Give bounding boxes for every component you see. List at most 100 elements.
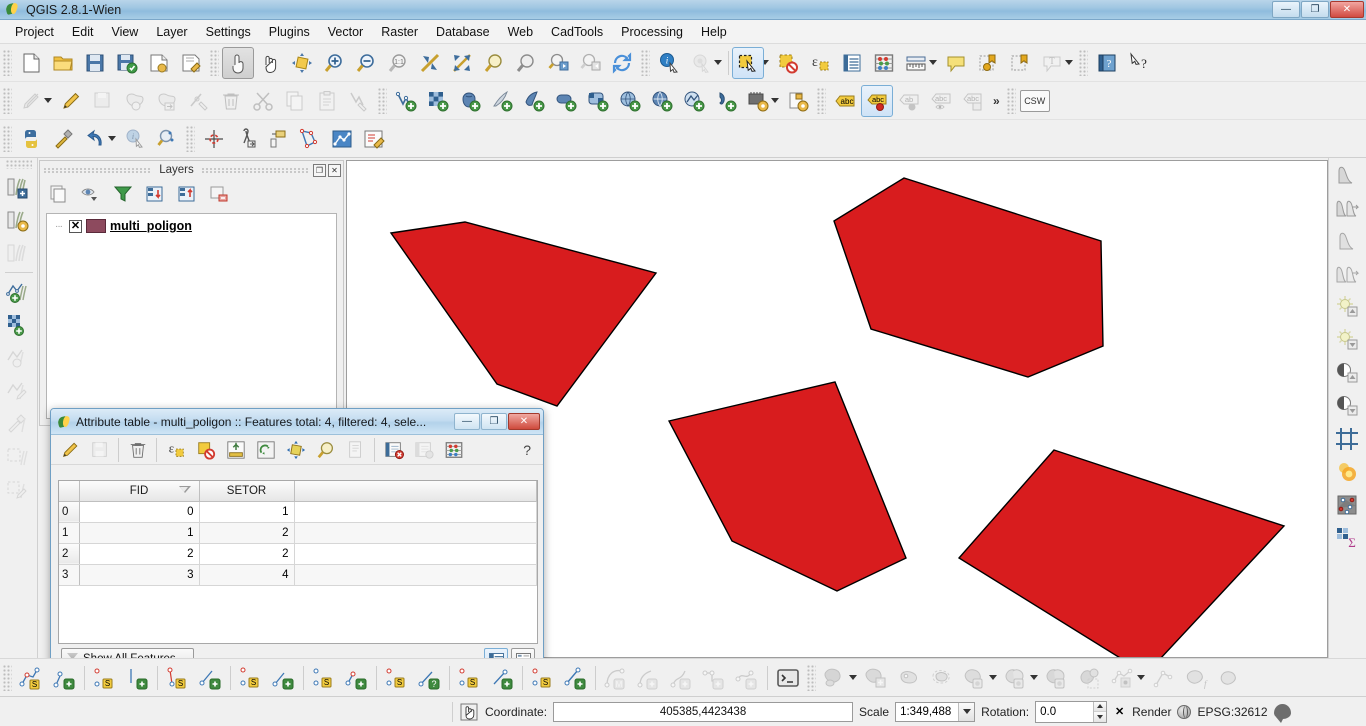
delete-selected-icon[interactable]: [215, 85, 247, 117]
cell-setor[interactable]: 4: [199, 564, 295, 586]
delete-column-icon[interactable]: [379, 437, 408, 463]
open-project-icon[interactable]: [47, 47, 79, 79]
open-georaster-icon[interactable]: [2, 171, 36, 204]
toolbar-grip[interactable]: [5, 160, 32, 169]
show-hide-labels-icon[interactable]: abc: [925, 85, 957, 117]
pan-map-to-selected-icon[interactable]: [281, 437, 310, 463]
csw-search-icon[interactable]: CSW: [1019, 85, 1051, 117]
cad-geometry-icon[interactable]: [294, 123, 326, 155]
toolbar-grip[interactable]: [817, 87, 826, 114]
add-postgis-layer-icon[interactable]: [454, 85, 486, 117]
zoom-next-icon[interactable]: [574, 47, 606, 79]
epsg-label[interactable]: EPSG:32612: [1197, 705, 1267, 719]
add-db2-layer-icon[interactable]: [582, 85, 614, 117]
cell-fid[interactable]: 1: [79, 522, 200, 544]
layer-item-multi_poligon[interactable]: ··· ✕ multi_poligon: [47, 216, 336, 236]
toolbar-grip[interactable]: [3, 664, 12, 691]
heatmap-icon[interactable]: [1331, 455, 1365, 488]
scale-value[interactable]: 1:349,488: [896, 706, 958, 718]
deselect-features-icon[interactable]: [772, 47, 804, 79]
table-row[interactable]: 1 1 2: [59, 522, 537, 544]
grass-tools-icon[interactable]: [2, 204, 36, 237]
messages-icon[interactable]: [1273, 704, 1291, 723]
add-vector-layer-icon[interactable]: [390, 85, 422, 117]
row-index[interactable]: 2: [59, 543, 80, 565]
toolbar-grip[interactable]: [210, 49, 219, 76]
maximize-button[interactable]: ❐: [1301, 1, 1329, 18]
cut-features-icon[interactable]: [247, 85, 279, 117]
move-selection-to-top-icon[interactable]: [221, 437, 250, 463]
new-bookmark-icon[interactable]: [972, 47, 1004, 79]
whats-this-icon[interactable]: ?: [1123, 47, 1155, 79]
geoproc-intersect-icon[interactable]: [860, 662, 893, 694]
save-project-as-icon[interactable]: [111, 47, 143, 79]
geoproc-symdiff-icon[interactable]: [1074, 662, 1107, 694]
plugin-manager-icon[interactable]: [47, 123, 79, 155]
move-feature-icon[interactable]: [151, 85, 183, 117]
cell-fid[interactable]: 2: [79, 543, 200, 565]
toolbar-grip[interactable]: [378, 87, 387, 114]
grass-edit-region-icon[interactable]: [2, 341, 36, 374]
geoproc-union-icon[interactable]: [959, 662, 992, 694]
copy-selected-icon[interactable]: [341, 437, 370, 463]
cad-snap-icon[interactable]: [198, 123, 230, 155]
node-tool-icon[interactable]: [183, 85, 215, 117]
zoom-out-icon[interactable]: [350, 47, 382, 79]
polyline-add-icon[interactable]: [698, 662, 731, 694]
save-edits-icon[interactable]: [85, 437, 114, 463]
copy-features-icon[interactable]: [279, 85, 311, 117]
geoproc-clip-icon[interactable]: [1000, 662, 1033, 694]
add-spatialite-layer-icon[interactable]: [486, 85, 518, 117]
open-field-calculator-icon[interactable]: [868, 47, 900, 79]
geoproc-extract-icon[interactable]: [1214, 662, 1247, 694]
manage-layer-styles-icon[interactable]: [44, 181, 74, 207]
grass-region-icon[interactable]: [2, 237, 36, 270]
unselect-all-icon[interactable]: [191, 437, 220, 463]
tang-s-icon[interactable]: S: [453, 662, 486, 694]
save-project-icon[interactable]: [79, 47, 111, 79]
menu-view[interactable]: View: [102, 22, 147, 42]
label-layer-icon[interactable]: abc: [829, 85, 861, 117]
tang-add-icon[interactable]: [486, 662, 519, 694]
zoom-to-layer-icon[interactable]: [510, 47, 542, 79]
grass-new-vector-icon[interactable]: [2, 275, 36, 308]
select-features-icon[interactable]: [732, 46, 764, 79]
menu-project[interactable]: Project: [6, 22, 63, 42]
select-by-expression-icon[interactable]: ε: [804, 47, 836, 79]
crs-globe-icon[interactable]: [1177, 704, 1192, 719]
cad-offset-icon[interactable]: [262, 123, 294, 155]
line-add-icon[interactable]: [559, 662, 592, 694]
arc-add-icon[interactable]: [632, 662, 665, 694]
new-spatialite-layer-icon[interactable]: [782, 85, 814, 117]
raster-stats-icon[interactable]: Σ: [1331, 521, 1365, 554]
layers-tree[interactable]: ··· ✕ multi_poligon: [46, 213, 337, 419]
move-label-icon[interactable]: abc: [957, 85, 989, 117]
new-project-icon[interactable]: [15, 47, 47, 79]
raster-histogram-icon[interactable]: [1331, 158, 1365, 191]
angle-s-icon[interactable]: S: [234, 662, 267, 694]
zoom-to-selection-icon[interactable]: [478, 47, 510, 79]
angle-add-icon[interactable]: [267, 662, 300, 694]
para-add-icon[interactable]: [340, 662, 373, 694]
row-index[interactable]: 3: [59, 564, 80, 586]
find-layer-icon[interactable]: [151, 123, 183, 155]
cad-polygon-icon[interactable]: [326, 123, 358, 155]
line-s-icon[interactable]: S: [526, 662, 559, 694]
panel-drag-dots[interactable]: [44, 166, 152, 174]
layers-panel-close-button[interactable]: ✕: [328, 163, 341, 177]
zoom-previous-icon[interactable]: [542, 47, 574, 79]
toolbar-grip[interactable]: [3, 87, 12, 114]
zoom-full-icon[interactable]: [446, 47, 478, 79]
add-mssql-layer-icon[interactable]: [518, 85, 550, 117]
vertex-add-icon[interactable]: [194, 662, 227, 694]
vertex-s-icon[interactable]: S: [161, 662, 194, 694]
table-row[interactable]: 3 3 4: [59, 564, 537, 586]
remove-layer-icon[interactable]: [204, 181, 234, 207]
composer-manager-icon[interactable]: [175, 47, 207, 79]
cad-compass-icon[interactable]: [230, 123, 262, 155]
geoproc-clip-caret[interactable]: [1030, 675, 1038, 680]
delete-selected-icon[interactable]: [123, 437, 152, 463]
minimize-button[interactable]: —: [1272, 1, 1300, 18]
para-s-icon[interactable]: S: [307, 662, 340, 694]
grid-icon[interactable]: [1331, 422, 1365, 455]
